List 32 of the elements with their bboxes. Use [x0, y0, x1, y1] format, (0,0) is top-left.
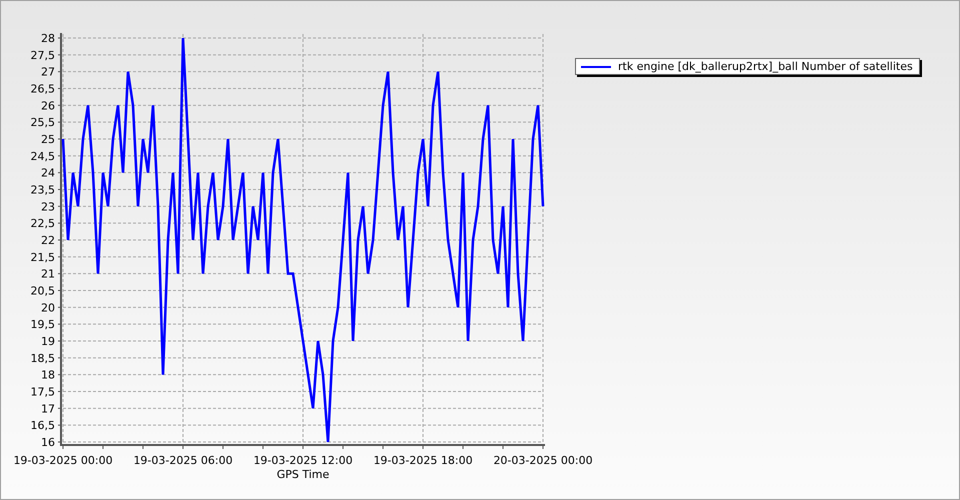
y-tick-label: 23,5	[30, 184, 55, 196]
y-tick-label: 20	[41, 301, 55, 314]
x-tick-label: 19-03-2025 12:00	[253, 454, 353, 467]
y-tick-label: 24,5	[30, 150, 55, 163]
y-tick-label: 23	[41, 200, 55, 214]
y-tick-label: 21,5	[30, 250, 55, 264]
y-tick-label: 28	[41, 32, 55, 45]
x-tick-label: 19-03-2025 06:00	[133, 454, 233, 467]
y-tick-label: 24	[41, 166, 55, 180]
y-tick-label: 27	[41, 66, 55, 79]
y-tick-label: 16,5	[30, 419, 55, 432]
y-tick-label: 19,5	[30, 318, 55, 332]
y-tick-label: 27,5	[30, 48, 55, 62]
y-tick-label: 25,5	[30, 116, 55, 130]
y-tick-label: 17	[41, 402, 55, 416]
x-tick-label: 19-03-2025 00:00	[13, 454, 113, 467]
y-tick-label: 26,5	[30, 82, 55, 96]
legend-label: rtk engine [dk_ballerup2rtx]_ball Number of satellites	[618, 60, 913, 73]
x-tick-label: 19-03-2025 18:00	[373, 454, 473, 467]
x-tick-label: 20-03-2025 00:00	[493, 454, 593, 467]
y-tick-label: 22	[41, 234, 55, 247]
y-tick-label: 17,5	[30, 386, 55, 398]
y-tick-label: 16	[41, 436, 55, 449]
y-tick-label: 25	[41, 133, 55, 146]
y-tick-label: 22,5	[30, 217, 55, 230]
y-tick-label: 26	[41, 99, 55, 112]
x-axis-title: GPS Time	[276, 468, 330, 481]
y-tick-label: 20,5	[30, 284, 55, 298]
y-tick-label: 18,5	[30, 352, 55, 365]
y-tick-label: 18	[41, 368, 55, 382]
y-tick-label: 21	[41, 268, 55, 281]
y-tick-label: 19	[41, 335, 55, 348]
